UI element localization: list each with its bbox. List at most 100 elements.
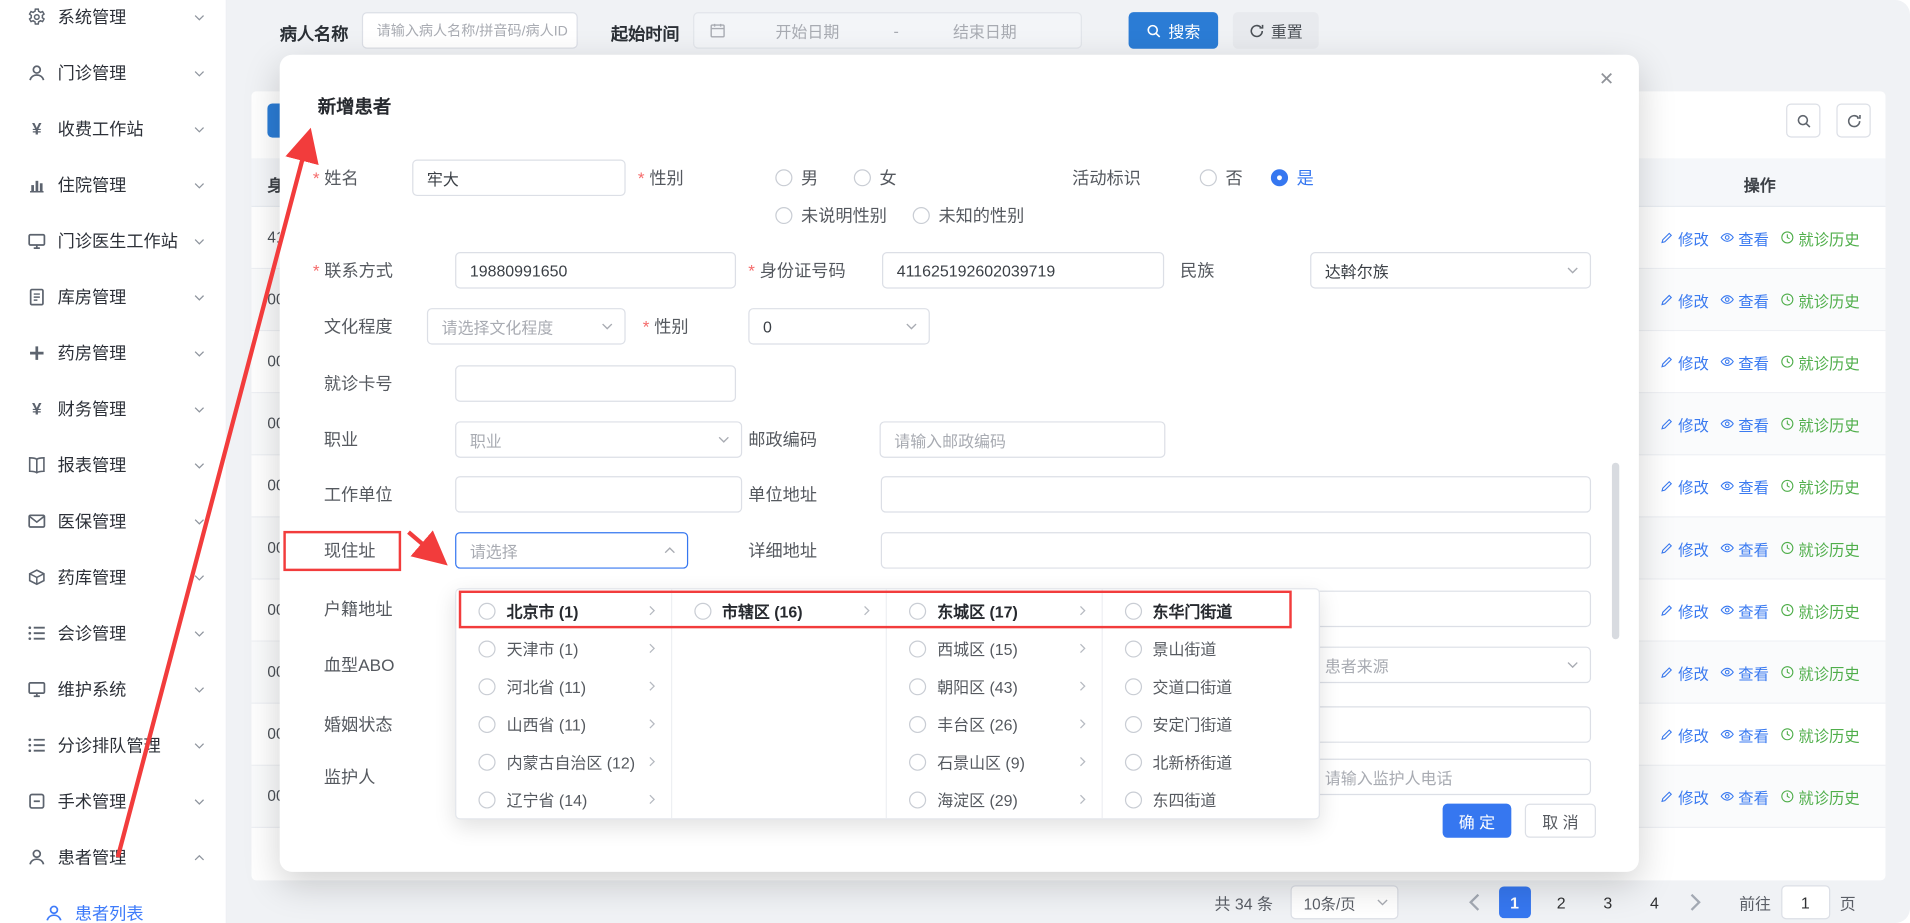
ethnicity-select[interactable]: 达斡尔族 — [1310, 252, 1591, 289]
history-link[interactable]: 就诊历史 — [1780, 474, 1860, 497]
prev-page-button[interactable] — [1462, 890, 1487, 914]
goto-page-input[interactable]: 1 — [1781, 885, 1830, 919]
view-link[interactable]: 查看 — [1720, 598, 1769, 621]
view-link[interactable]: 查看 — [1720, 536, 1769, 559]
edit-link[interactable]: 修改 — [1660, 474, 1709, 497]
cascader-option[interactable]: 河北省 (11) — [456, 667, 670, 705]
edit-link[interactable]: 修改 — [1660, 412, 1709, 435]
sidebar-item-4[interactable]: 门诊医生工作站 — [0, 213, 226, 269]
unlabeled-right-input[interactable] — [1310, 706, 1591, 743]
patient-source-select[interactable]: 患者来源 — [1310, 647, 1591, 684]
cascader-option[interactable]: 朝阳区 (43) — [887, 667, 1101, 705]
view-link[interactable]: 查看 — [1720, 288, 1769, 311]
edit-link[interactable]: 修改 — [1660, 785, 1709, 808]
edit-link[interactable]: 修改 — [1660, 661, 1709, 684]
contact-input[interactable]: 19880991650 — [455, 252, 736, 289]
date-range-picker[interactable]: 开始日期 - 结束日期 — [693, 12, 1082, 49]
radio-gender-unknown[interactable]: 未知的性别 — [913, 206, 1025, 225]
radio-female[interactable]: 女 — [854, 168, 897, 187]
history-link[interactable]: 就诊历史 — [1780, 661, 1860, 684]
view-link[interactable]: 查看 — [1720, 785, 1769, 808]
occupation-select[interactable]: 职业 — [455, 421, 742, 458]
dialog-scrollbar[interactable] — [1612, 463, 1619, 640]
unit-address-input[interactable] — [881, 476, 1591, 513]
sidebar-item-9[interactable]: 医保管理 — [0, 493, 226, 549]
next-page-button[interactable] — [1683, 890, 1708, 914]
history-link[interactable]: 就诊历史 — [1780, 226, 1860, 249]
table-search-button[interactable] — [1786, 104, 1820, 138]
history-link[interactable]: 就诊历史 — [1780, 536, 1860, 559]
history-link[interactable]: 就诊历史 — [1780, 412, 1860, 435]
history-link[interactable]: 就诊历史 — [1780, 785, 1860, 808]
edit-link[interactable]: 修改 — [1660, 723, 1709, 746]
sidebar-item-11[interactable]: 会诊管理 — [0, 605, 226, 661]
cascader-option[interactable]: 北京市 (1) — [456, 592, 670, 630]
sidebar-item-13[interactable]: 分诊排队管理 — [0, 717, 226, 773]
view-link[interactable]: 查看 — [1720, 350, 1769, 373]
cascader-option[interactable]: 市辖区 (16) — [672, 592, 886, 630]
view-link[interactable]: 查看 — [1720, 226, 1769, 249]
cascader-option[interactable]: 景山街道 — [1102, 630, 1319, 668]
gender-code-select[interactable]: 0 — [748, 308, 930, 345]
cascader-option[interactable]: 天津市 (1) — [456, 630, 670, 668]
sidebar-item-7[interactable]: ¥财务管理 — [0, 381, 226, 437]
sidebar-item-6[interactable]: 药房管理 — [0, 325, 226, 381]
close-icon[interactable]: ✕ — [1599, 71, 1614, 89]
cascader-option[interactable]: 东四街道 — [1102, 781, 1319, 819]
view-link[interactable]: 查看 — [1720, 661, 1769, 684]
cascader-option[interactable]: 北新桥街道 — [1102, 743, 1319, 781]
edit-link[interactable]: 修改 — [1660, 350, 1709, 373]
search-button[interactable]: 搜索 — [1129, 12, 1219, 49]
edit-link[interactable]: 修改 — [1660, 598, 1709, 621]
cascader-option[interactable]: 丰台区 (26) — [887, 705, 1101, 743]
sidebar-item-1[interactable]: 门诊管理 — [0, 45, 226, 101]
cascader-option[interactable]: 安定门街道 — [1102, 705, 1319, 743]
sidebar-item-2[interactable]: ¥收费工作站 — [0, 101, 226, 157]
history-link[interactable]: 就诊历史 — [1780, 598, 1860, 621]
radio-active-no[interactable]: 否 — [1200, 168, 1243, 187]
page-button-3[interactable]: 3 — [1592, 886, 1624, 918]
sidebar-item-0[interactable]: 系统管理 — [0, 0, 226, 45]
view-link[interactable]: 查看 — [1720, 474, 1769, 497]
edit-link[interactable]: 修改 — [1660, 288, 1709, 311]
page-button-4[interactable]: 4 — [1639, 886, 1671, 918]
postcode-input[interactable]: 请输入邮政编码 — [880, 421, 1166, 458]
history-link[interactable]: 就诊历史 — [1780, 288, 1860, 311]
sidebar-item-patient-list[interactable]: 患者列表 — [0, 885, 226, 923]
sidebar-item-15[interactable]: 患者管理 — [0, 829, 226, 885]
cascader-option[interactable]: 西城区 (15) — [887, 630, 1101, 668]
edit-link[interactable]: 修改 — [1660, 536, 1709, 559]
sidebar-item-8[interactable]: 报表管理 — [0, 437, 226, 493]
view-link[interactable]: 查看 — [1720, 723, 1769, 746]
guardian-phone-input[interactable]: 请输入监护人电话 — [1310, 759, 1591, 796]
patient-name-input[interactable]: 请输入病人名称/拼音码/病人ID — [362, 12, 578, 49]
page-button-2[interactable]: 2 — [1545, 886, 1577, 918]
cascader-option[interactable]: 内蒙古自治区 (12) — [456, 743, 670, 781]
name-input[interactable]: 牢大 — [412, 160, 625, 197]
work-unit-input[interactable] — [455, 476, 742, 513]
detail-address-input[interactable] — [881, 532, 1591, 569]
cascader-option[interactable]: 交道口街道 — [1102, 667, 1319, 705]
history-link[interactable]: 就诊历史 — [1780, 723, 1860, 746]
edit-link[interactable]: 修改 — [1660, 226, 1709, 249]
radio-active-yes[interactable]: 是 — [1271, 168, 1314, 187]
cascader-option[interactable]: 山西省 (11) — [456, 705, 670, 743]
sidebar-item-12[interactable]: 维护系统 — [0, 661, 226, 717]
radio-gender-unexplained[interactable]: 未说明性别 — [775, 206, 887, 225]
card-no-input[interactable] — [455, 365, 736, 402]
page-button-1[interactable]: 1 — [1499, 886, 1531, 918]
sidebar-item-5[interactable]: 库房管理 — [0, 269, 226, 325]
reset-button[interactable]: 重置 — [1233, 12, 1319, 49]
cascader-option[interactable]: 东城区 (17) — [887, 592, 1101, 630]
sidebar-item-3[interactable]: 住院管理 — [0, 157, 226, 213]
radio-male[interactable]: 男 — [775, 168, 818, 187]
sidebar-item-14[interactable]: 手术管理 — [0, 773, 226, 829]
cascader-option[interactable]: 海淀区 (29) — [887, 781, 1101, 819]
history-link[interactable]: 就诊历史 — [1780, 350, 1860, 373]
cascader-option[interactable]: 石景山区 (9) — [887, 743, 1101, 781]
view-link[interactable]: 查看 — [1720, 412, 1769, 435]
cascader-option[interactable]: 辽宁省 (14) — [456, 781, 670, 819]
cancel-button[interactable]: 取 消 — [1525, 804, 1596, 838]
id-number-input[interactable]: 411625192602039719 — [882, 252, 1164, 289]
education-select[interactable]: 请选择文化程度 — [427, 308, 626, 345]
